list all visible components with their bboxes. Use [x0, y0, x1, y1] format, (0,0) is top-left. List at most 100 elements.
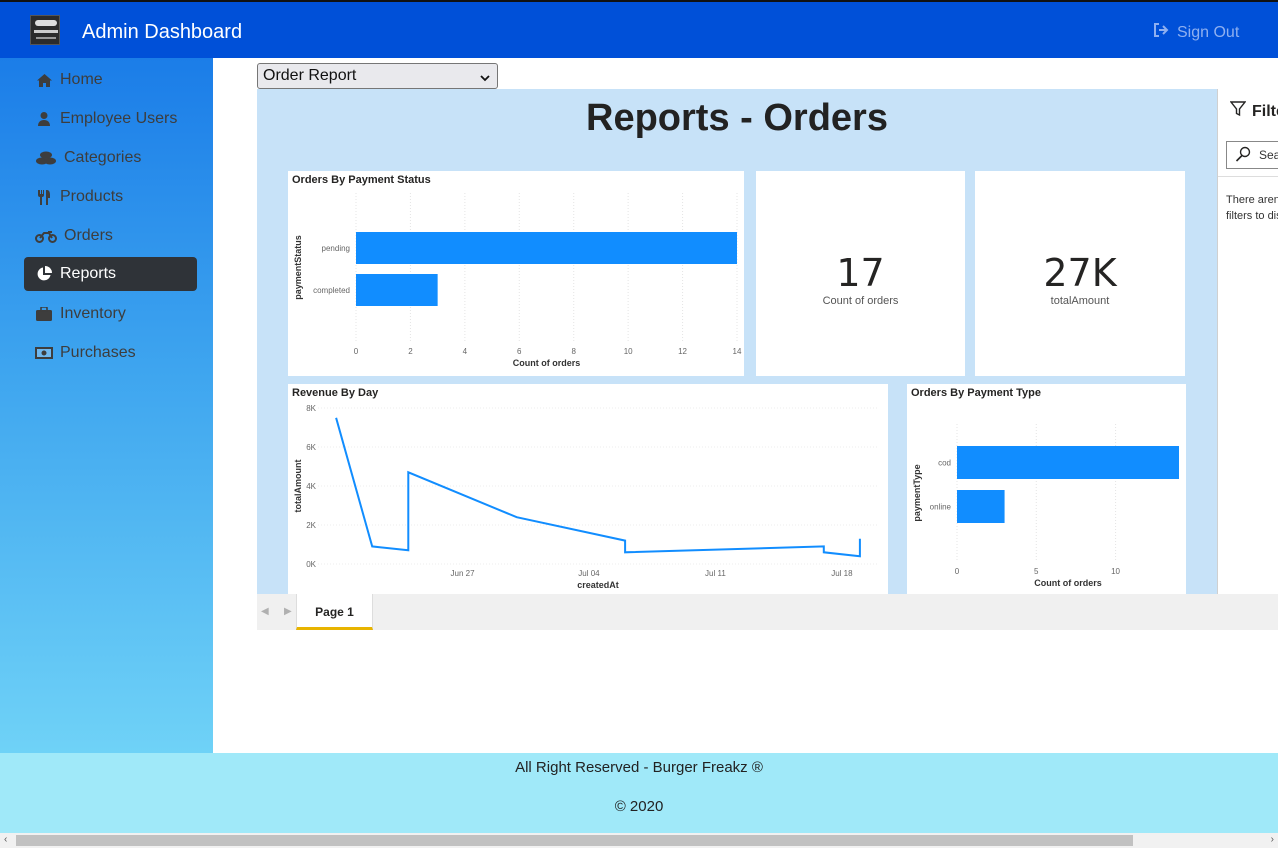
y-axis-title: paymentStatus	[293, 235, 303, 300]
previous-page-icon[interactable]: ◀	[261, 606, 269, 617]
card-count-of-orders[interactable]: 17 Count of orders	[756, 171, 965, 376]
x-tick-label: 0	[354, 347, 359, 356]
card-total-amount[interactable]: 27K totalAmount	[975, 171, 1185, 376]
bar	[957, 446, 1179, 479]
sidebar-item-products[interactable]: Products	[24, 180, 197, 214]
category-label: pending	[322, 244, 350, 253]
pie-chart-icon	[34, 266, 54, 282]
sidebar-item-reports[interactable]: Reports	[24, 257, 197, 291]
sidebar: Home Employee Users Categories Products …	[0, 58, 213, 753]
sidebar-item-label: Products	[60, 188, 124, 205]
sign-out-label: Sign Out	[1177, 23, 1240, 41]
filters-header[interactable]: Filters	[1229, 101, 1278, 122]
sign-out-button[interactable]: Sign Out	[1153, 23, 1239, 42]
sidebar-item-categories[interactable]: Categories	[24, 141, 197, 175]
utensils-icon	[34, 189, 54, 205]
y-tick-label: 0K	[306, 560, 316, 569]
sign-out-icon	[1153, 23, 1169, 42]
y-tick-label: 6K	[306, 443, 316, 452]
sidebar-item-purchases[interactable]: Purchases	[24, 336, 197, 370]
report-title: Reports - Orders	[586, 97, 888, 139]
y-axis-title: paymentType	[912, 464, 922, 521]
payment-status-bar-chart: 0 2 4 6 8 10 12 14 pending completed Count of orde…	[293, 193, 742, 368]
y-tick-label: 8K	[306, 404, 316, 413]
x-tick-label: 6	[517, 347, 522, 356]
x-tick-label: Jul 11	[705, 569, 726, 578]
footer-year: © 2020	[614, 798, 664, 815]
y-tick-label: 4K	[306, 482, 316, 491]
x-tick-label: 8	[571, 347, 576, 356]
home-icon	[34, 73, 54, 87]
x-tick-label: 12	[678, 347, 687, 356]
x-tick-label: Jun 27	[451, 569, 476, 578]
x-axis-title: Count of orders	[1034, 578, 1102, 588]
payment-type-bar-chart: 0 5 10 cod online Count of orders paymentType	[912, 424, 1179, 588]
report-select[interactable]: Order Report	[257, 63, 498, 89]
filter-icon	[1229, 101, 1247, 122]
app-title: Admin Dashboard	[82, 21, 243, 43]
sidebar-item-label: Categories	[64, 149, 142, 166]
divider	[1218, 176, 1278, 177]
top-header: Admin Dashboard Sign Out	[0, 0, 1278, 58]
sidebar-item-label: Employee Users	[60, 110, 178, 127]
x-tick-label: 2	[408, 347, 413, 356]
x-tick-label: 0	[955, 567, 960, 576]
y-axis-title: totalAmount	[293, 460, 303, 513]
x-tick-label: 4	[463, 347, 468, 356]
sidebar-item-label: Inventory	[60, 305, 126, 322]
sidebar-item-home[interactable]: Home	[24, 63, 197, 97]
y-tick-label: 2K	[306, 521, 316, 530]
sidebar-item-label: Reports	[60, 265, 117, 282]
category-label: online	[930, 503, 952, 512]
x-tick-label: 14	[733, 347, 742, 356]
x-tick-label: 5	[1034, 567, 1039, 576]
chart-revenue-by-day[interactable]: Revenue By Day 0K 2K 4K 6K 8K Jun 27 Jul 04 Jul…	[288, 384, 888, 594]
sidebar-item-inventory[interactable]: Inventory	[24, 297, 197, 331]
filters-empty-message: There aren't any filters to display.	[1226, 194, 1278, 222]
sidebar-item-label: Orders	[64, 227, 113, 244]
sidebar-item-label: Purchases	[60, 344, 136, 361]
x-axis-title: Count of orders	[513, 358, 581, 368]
next-page-icon[interactable]: ▶	[284, 606, 292, 617]
sidebar-item-employee-users[interactable]: Employee Users	[24, 102, 197, 136]
card-value: 27K	[1043, 251, 1117, 295]
search-placeholder: Search	[1259, 148, 1278, 162]
card-value: 17	[836, 251, 885, 295]
scroll-left-arrow-icon[interactable]: ‹	[4, 834, 7, 845]
scrollbar-thumb[interactable]	[16, 835, 1133, 846]
motorcycle-icon	[34, 230, 58, 243]
bar	[356, 232, 737, 264]
footer-copyright-line: All Right Reserved - Burger Freakz ®	[515, 759, 763, 776]
tab-page-1[interactable]: Page 1	[296, 594, 373, 630]
revenue-line-chart: 0K 2K 4K 6K 8K Jun 27 Jul 04 Jul 11 Jul 18 create…	[293, 404, 878, 590]
bar	[957, 490, 1005, 523]
x-tick-label: Jul 04	[578, 569, 600, 578]
filters-search-input[interactable]: Search	[1226, 141, 1278, 169]
x-tick-label: Jul 18	[831, 569, 853, 578]
report-canvas: Reports - Orders Orders By Payment Statu…	[257, 89, 1217, 594]
money-bill-icon	[34, 347, 54, 359]
category-label: completed	[313, 286, 350, 295]
briefcase-icon	[34, 307, 54, 321]
card-label: Count of orders	[822, 295, 899, 307]
search-icon	[1235, 146, 1251, 165]
report-select-value: Order Report	[263, 67, 357, 84]
chart-payment-type[interactable]: Orders By Payment Type 0 5 10 cod online Coun…	[907, 384, 1186, 594]
x-tick-label: 10	[624, 347, 633, 356]
chevron-down-icon	[480, 70, 490, 88]
x-tick-label: 10	[1111, 567, 1120, 576]
sidebar-item-orders[interactable]: Orders	[24, 219, 197, 253]
category-label: cod	[938, 459, 951, 468]
horizontal-scrollbar[interactable]: ‹ ›	[0, 833, 1278, 848]
user-icon	[34, 112, 54, 126]
x-axis-title: createdAt	[577, 580, 619, 590]
filters-pane: Filters Search There aren't any filters …	[1217, 89, 1278, 594]
coins-icon	[34, 151, 58, 165]
sidebar-item-label: Home	[60, 71, 103, 88]
bar	[356, 274, 438, 306]
card-label: totalAmount	[1050, 295, 1110, 307]
scroll-right-arrow-icon[interactable]: ›	[1271, 834, 1274, 845]
filters-title: Filters	[1252, 102, 1278, 120]
chart-payment-status[interactable]: Orders By Payment Status 0 2 4 6 8 10 12 14 pend…	[288, 171, 744, 376]
burger-freakz-logo[interactable]	[30, 15, 60, 45]
